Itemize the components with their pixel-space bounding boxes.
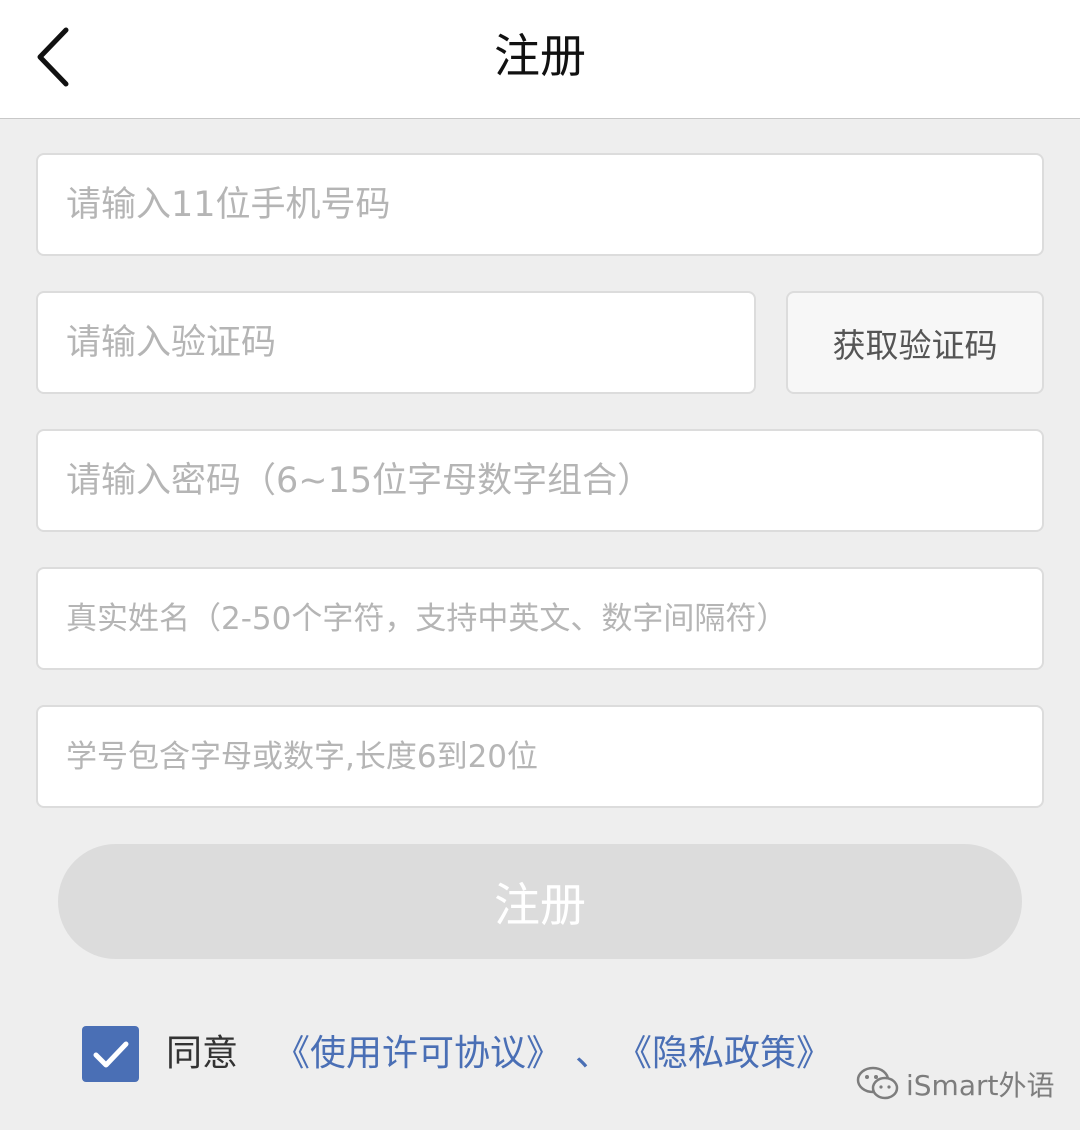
verification-code-input[interactable] <box>38 293 754 392</box>
nav-bar: 注册 <box>0 0 1080 119</box>
wechat-icon <box>856 1066 899 1100</box>
agree-label: 同意 <box>166 1033 239 1074</box>
agree-checkbox[interactable] <box>82 1026 139 1082</box>
link-separator: 、 <box>575 1033 612 1074</box>
phone-input[interactable] <box>38 155 1042 254</box>
get-code-button[interactable]: 获取验证码 <box>786 291 1044 394</box>
real-name-input[interactable] <box>38 569 1042 668</box>
privacy-link[interactable]: 《隐私政策》 <box>616 1030 832 1078</box>
password-field-container <box>36 429 1044 532</box>
phone-field-container <box>36 153 1044 256</box>
watermark-text: iSmart外语 <box>906 1069 1055 1102</box>
student-id-field-container <box>36 705 1044 808</box>
code-field-container <box>36 291 756 394</box>
password-input[interactable] <box>38 431 1042 530</box>
student-id-input[interactable] <box>38 707 1042 806</box>
page-title: 注册 <box>494 29 586 83</box>
checkmark-icon <box>93 1041 129 1068</box>
name-field-container <box>36 567 1044 670</box>
register-button[interactable]: 注册 <box>58 844 1022 959</box>
terms-link[interactable]: 《使用许可协议》 <box>274 1030 562 1078</box>
watermark: iSmart外语 <box>856 1062 1054 1106</box>
